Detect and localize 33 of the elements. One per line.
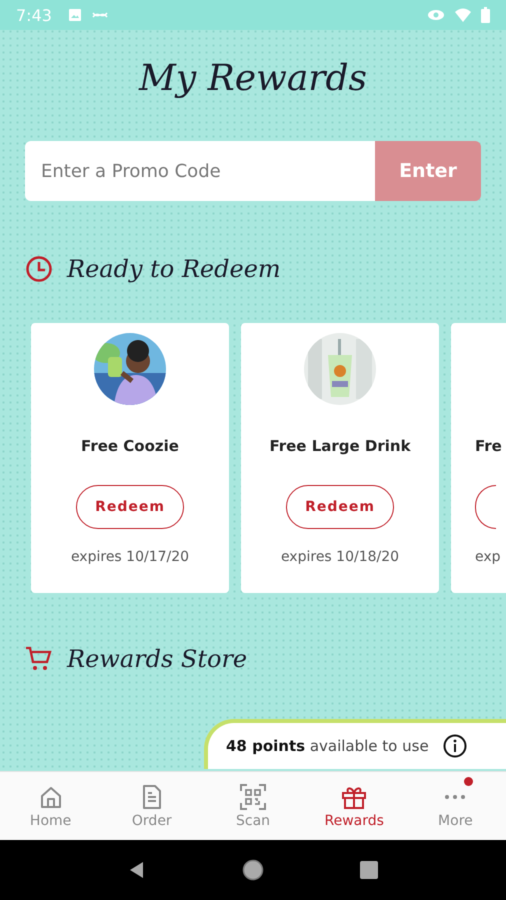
recents-icon[interactable] <box>358 860 379 880</box>
battery-icon <box>481 7 490 23</box>
expiry-date: exp <box>475 549 501 565</box>
enter-button[interactable]: Enter <box>375 141 481 201</box>
nav-tab[interactable]: More <box>404 772 506 840</box>
reward-title: Free Large Drink <box>269 437 411 455</box>
clock-icon <box>25 255 53 283</box>
redeem-button[interactable]: Redeem <box>76 485 184 529</box>
redeem-button[interactable] <box>475 485 496 529</box>
info-icon[interactable] <box>442 734 467 758</box>
qr-code-icon <box>239 783 267 811</box>
eye-icon <box>427 9 445 21</box>
expiry-date: expires 10/17/20 <box>70 549 190 565</box>
home-button-icon[interactable] <box>242 859 264 881</box>
nav-tab[interactable]: Order <box>101 772 202 840</box>
reward-title: Fre <box>475 437 502 455</box>
wifi-icon <box>455 8 471 22</box>
status-time: 7:43 <box>16 6 52 24</box>
reward-title: Free Coozie <box>81 437 179 455</box>
expiry-date: expires 10/18/20 <box>280 549 400 565</box>
promo-code-field[interactable]: Enter a Promo Code <box>25 141 375 201</box>
section-heading: Rewards Store <box>67 645 248 673</box>
image-icon <box>68 8 82 22</box>
redeem-button[interactable]: Redeem <box>286 485 394 529</box>
nav-tab[interactable]: Scan <box>202 772 304 840</box>
wave-icon <box>92 10 108 20</box>
points-text: 48 points available to use <box>226 737 429 755</box>
section-heading: Ready to Redeem <box>67 255 281 283</box>
nav-tab[interactable]: Home <box>0 772 102 840</box>
more-icon <box>445 795 466 799</box>
cart-icon <box>25 645 53 673</box>
nav-tab[interactable]: Rewards <box>304 772 405 840</box>
page-title: My Rewards <box>138 58 368 99</box>
